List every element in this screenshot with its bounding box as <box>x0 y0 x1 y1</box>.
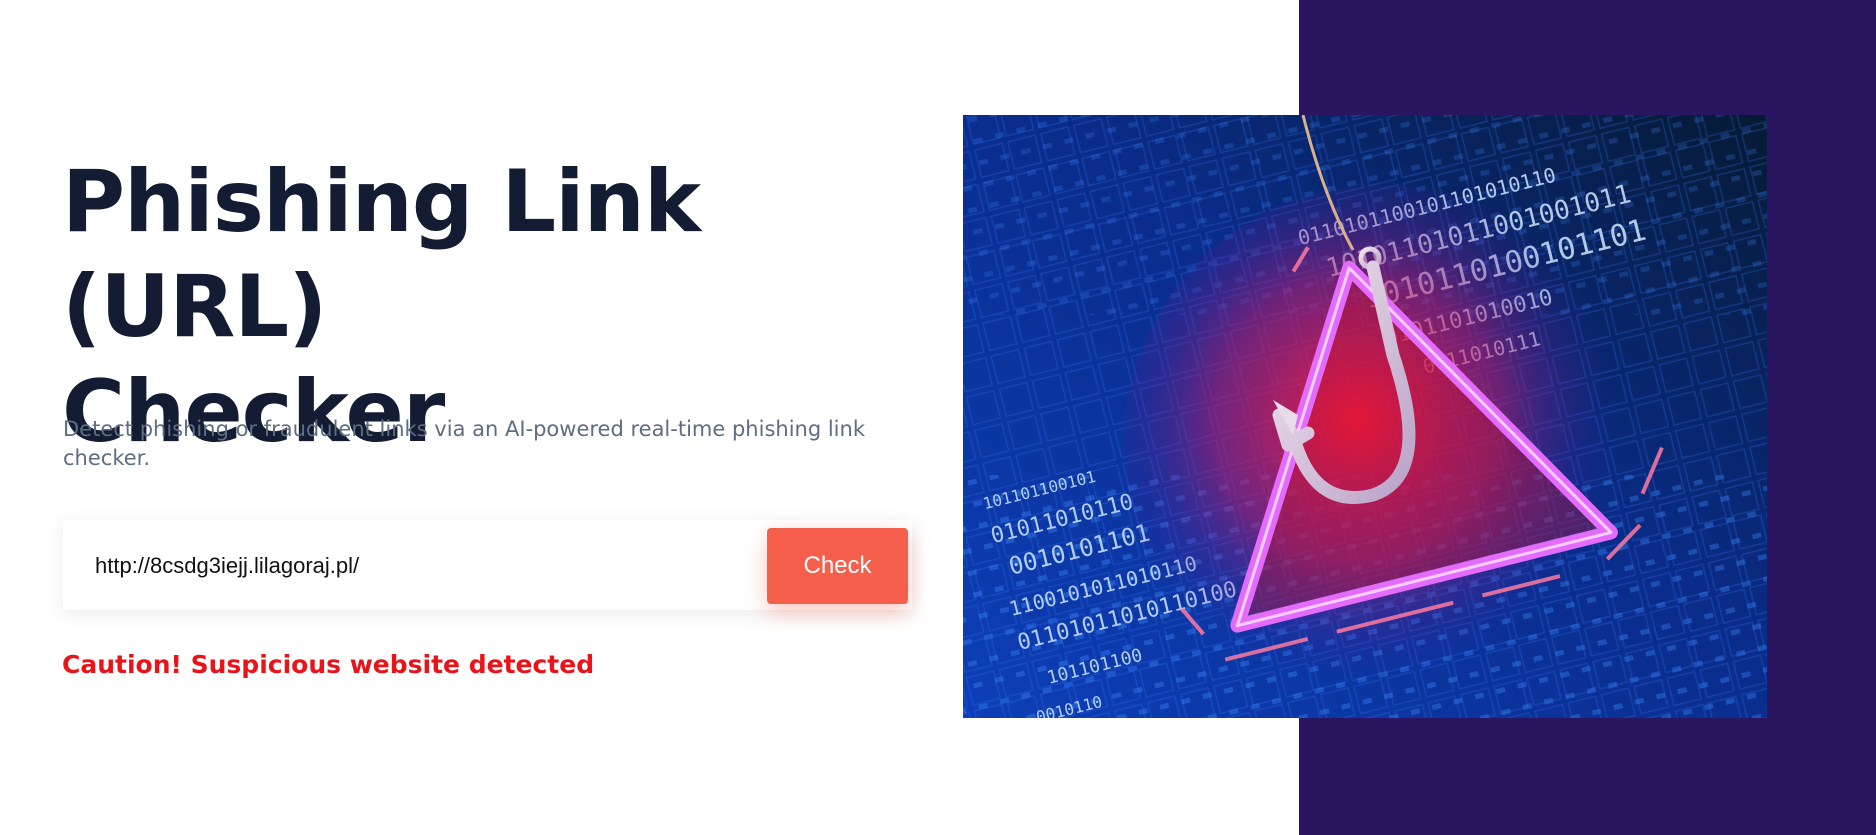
phishing-illustration: 0110101100101101010110101011010110010010… <box>963 115 1767 718</box>
page-title-line-1: Phishing Link (URL) <box>62 152 701 357</box>
result-warning-message: Caution! Suspicious website detected <box>62 650 595 679</box>
url-checker-form: Check <box>63 520 912 610</box>
check-button[interactable]: Check <box>767 528 908 604</box>
page-subtitle: Detect phishing or fraudulent links via … <box>63 417 865 470</box>
phishing-hook-warning-icon: 0110101100101101010110101011010110010010… <box>963 115 1767 718</box>
url-input[interactable] <box>93 545 777 587</box>
